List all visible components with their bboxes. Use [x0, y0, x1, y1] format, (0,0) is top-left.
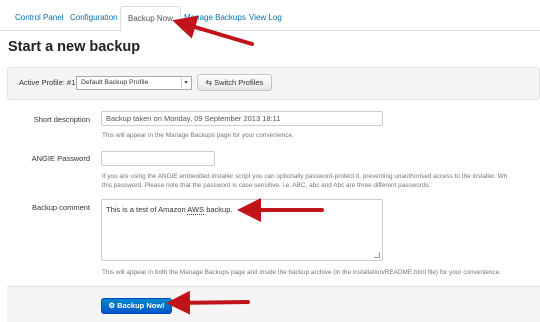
- tab-backup-now[interactable]: Backup Now: [120, 6, 181, 32]
- angie-password-input[interactable]: [101, 151, 215, 166]
- short-description-label: Short description: [33, 115, 90, 124]
- active-profile-label: Active Profile: #1: [19, 78, 76, 87]
- spellcheck-word: AWS: [187, 205, 205, 215]
- robot-icon: ⚙: [108, 301, 116, 310]
- backup-comment-textarea[interactable]: This is a test of Amazon AWS backup.: [101, 199, 383, 261]
- short-description-input[interactable]: Backup taken on Monday, 09 September 201…: [101, 111, 383, 126]
- short-description-help: This will appear in the Manage Backups p…: [102, 132, 294, 139]
- profile-bar: Active Profile: #1 Default Backup Profil…: [7, 67, 540, 100]
- backup-comment-help: This will appear in both the Manage Back…: [102, 269, 501, 276]
- page-title: Start a new backup: [8, 39, 141, 55]
- backup-now-label: Backup Now!: [117, 301, 165, 310]
- tab-view-log[interactable]: View Log: [242, 6, 289, 31]
- switch-profiles-button[interactable]: ⇆ Switch Profiles: [197, 74, 272, 91]
- switch-arrows-icon: ⇆: [205, 78, 212, 87]
- form-actions: ⚙ Backup Now!: [7, 286, 540, 322]
- tab-configuration[interactable]: Configuration: [63, 6, 125, 31]
- backup-now-button[interactable]: ⚙ Backup Now!: [101, 298, 172, 314]
- switch-profiles-label: Switch Profiles: [214, 78, 264, 87]
- profile-select-value: Default Backup Profile: [81, 79, 149, 86]
- angie-password-help-line-2: this password. Please note that the pass…: [102, 182, 431, 189]
- resize-handle[interactable]: [374, 252, 380, 258]
- tab-control-panel[interactable]: Control Panel: [8, 6, 70, 31]
- tab-bar: Control Panel Configuration Backup Now M…: [0, 0, 540, 32]
- backup-comment-text: This is a test of Amazon AWS backup.: [106, 205, 233, 215]
- chevron-down-icon: ▾: [181, 78, 190, 88]
- backup-comment-label: Backup comment: [32, 203, 90, 212]
- profile-select[interactable]: Default Backup Profile ▾: [76, 76, 192, 90]
- angie-password-label: ANGIE Password: [31, 154, 90, 163]
